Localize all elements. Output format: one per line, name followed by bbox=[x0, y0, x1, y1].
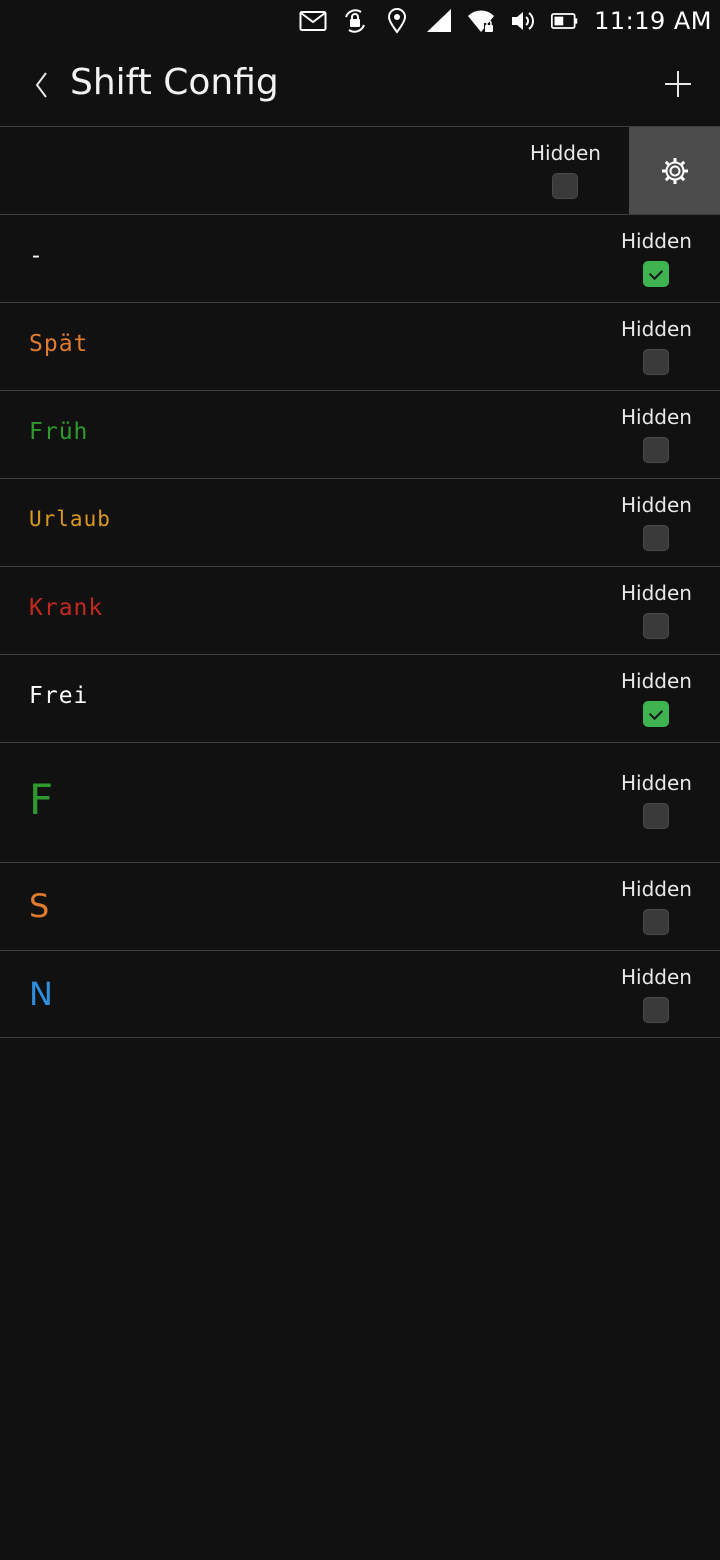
back-button[interactable] bbox=[28, 68, 56, 102]
list-item[interactable]: Spät Hidden bbox=[0, 302, 720, 390]
shift-label: Früh bbox=[29, 419, 89, 445]
hidden-label: Hidden bbox=[621, 877, 692, 901]
shift-label: F bbox=[29, 775, 55, 824]
volume-icon bbox=[508, 8, 538, 34]
hidden-checkbox[interactable] bbox=[643, 909, 669, 935]
hidden-checkbox[interactable] bbox=[552, 173, 578, 199]
hidden-checkbox[interactable] bbox=[643, 525, 669, 551]
hidden-checkbox[interactable] bbox=[643, 613, 669, 639]
hidden-checkbox[interactable] bbox=[643, 437, 669, 463]
hidden-label: Hidden bbox=[530, 141, 601, 165]
battery-icon bbox=[550, 8, 580, 34]
rotation-lock-icon bbox=[340, 8, 370, 34]
list-item[interactable]: - Hidden bbox=[0, 214, 720, 302]
wifi-icon bbox=[466, 8, 496, 34]
shift-label: Spät bbox=[29, 331, 89, 357]
hidden-label: Hidden bbox=[621, 581, 692, 605]
hidden-label: Hidden bbox=[621, 229, 692, 253]
list-item[interactable]: Krank Hidden bbox=[0, 566, 720, 654]
list-item[interactable]: F Hidden bbox=[0, 742, 720, 862]
hidden-toggle: Hidden bbox=[621, 965, 692, 1023]
page-title: Shift Config bbox=[70, 62, 279, 103]
hidden-label: Hidden bbox=[621, 669, 692, 693]
hidden-toggle: Hidden bbox=[621, 317, 692, 375]
hidden-toggle: Hidden bbox=[621, 229, 692, 287]
list-item[interactable]: N Hidden bbox=[0, 950, 720, 1038]
hidden-toggle: Hidden bbox=[530, 141, 601, 199]
shift-label: - bbox=[29, 243, 44, 269]
hidden-toggle: Hidden bbox=[621, 493, 692, 551]
shift-label: Krank bbox=[29, 595, 104, 621]
shift-label: Urlaub bbox=[29, 507, 111, 531]
hidden-label: Hidden bbox=[621, 405, 692, 429]
list-item[interactable]: Frei Hidden bbox=[0, 654, 720, 742]
mail-icon bbox=[298, 8, 328, 34]
plus-icon bbox=[665, 71, 691, 97]
cellular-signal-icon bbox=[424, 8, 454, 34]
hidden-label: Hidden bbox=[621, 317, 692, 341]
hidden-checkbox[interactable] bbox=[643, 803, 669, 829]
list-item[interactable]: Urlaub Hidden bbox=[0, 478, 720, 566]
hidden-label: Hidden bbox=[621, 493, 692, 517]
shift-label: S bbox=[29, 887, 51, 925]
hidden-label: Hidden bbox=[621, 965, 692, 989]
shift-label: Frei bbox=[29, 683, 89, 709]
list-item[interactable]: Früh Hidden bbox=[0, 390, 720, 478]
hidden-toggle: Hidden bbox=[621, 669, 692, 727]
gear-icon bbox=[661, 157, 688, 184]
hidden-checkbox[interactable] bbox=[643, 261, 669, 287]
hidden-toggle: Hidden bbox=[621, 581, 692, 639]
clock-time: 11:19 AM bbox=[594, 7, 712, 35]
shift-label: N bbox=[29, 975, 54, 1013]
list-item[interactable]: t Hidden bbox=[0, 126, 720, 214]
hidden-label: Hidden bbox=[621, 771, 692, 795]
hidden-toggle: Hidden bbox=[621, 877, 692, 935]
hidden-checkbox[interactable] bbox=[643, 701, 669, 727]
hidden-checkbox[interactable] bbox=[643, 997, 669, 1023]
add-button[interactable] bbox=[662, 68, 694, 100]
hidden-checkbox[interactable] bbox=[643, 349, 669, 375]
shift-list: t Hidden - Hidden bbox=[0, 126, 720, 1038]
header-bar: Shift Config bbox=[0, 42, 720, 126]
location-icon bbox=[382, 8, 412, 34]
hidden-toggle: Hidden bbox=[621, 771, 692, 829]
chevron-left-icon bbox=[35, 72, 47, 98]
hidden-toggle: Hidden bbox=[621, 405, 692, 463]
list-item[interactable]: S Hidden bbox=[0, 862, 720, 950]
status-bar: 11:19 AM bbox=[0, 0, 720, 42]
settings-action-button[interactable] bbox=[629, 127, 720, 214]
